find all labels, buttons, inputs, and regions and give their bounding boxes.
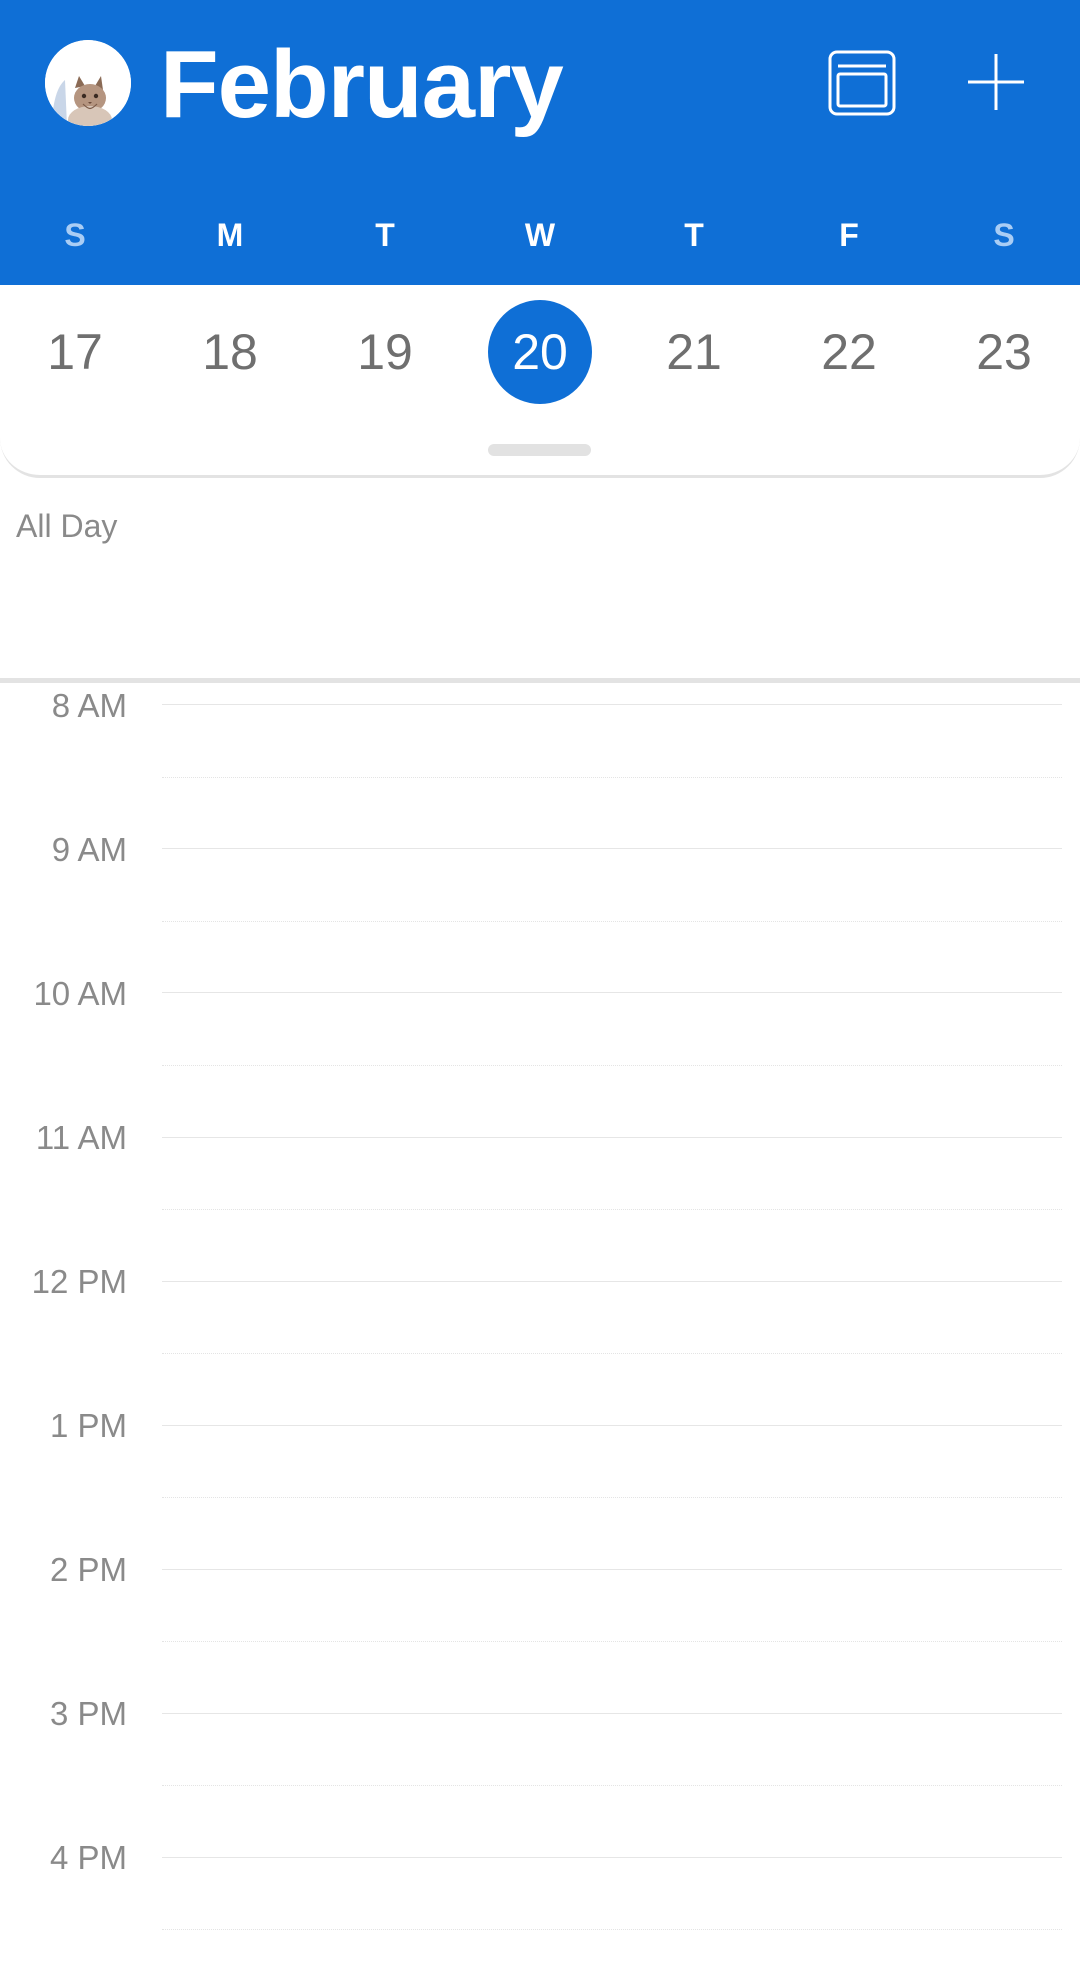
all-day-divider <box>0 678 1080 683</box>
hour-line <box>162 1281 1062 1282</box>
calendar-header: February S M T W T F S <box>0 0 1080 285</box>
half-hour-line <box>162 1641 1062 1642</box>
half-hour-line <box>162 1209 1062 1210</box>
date-20-selected[interactable]: 20 <box>488 300 592 404</box>
calendar-view-button[interactable] <box>828 50 896 116</box>
hour-line <box>162 704 1062 705</box>
add-event-button[interactable] <box>966 52 1026 112</box>
hour-label-2pm: 2 PM <box>49 1551 127 1588</box>
hour-label-1pm: 1 PM <box>49 1407 127 1444</box>
hour-label-3pm: 3 PM <box>49 1695 127 1732</box>
hour-label-11am: 11 AM <box>35 1119 127 1156</box>
cat-avatar-icon <box>45 40 131 126</box>
hour-line <box>162 1425 1062 1426</box>
half-hour-line <box>162 921 1062 922</box>
weekday-friday: F <box>839 217 859 253</box>
hour-line <box>162 1569 1062 1570</box>
weekday-header-row: S M T W T F S <box>0 210 1080 260</box>
hour-line <box>162 1137 1062 1138</box>
half-hour-line <box>162 1065 1062 1066</box>
date-19[interactable]: 19 <box>333 300 437 404</box>
calendar-view-icon <box>828 50 896 116</box>
weekday-tuesday: T <box>375 217 395 253</box>
all-day-label: All Day <box>16 508 118 544</box>
half-hour-line <box>162 1785 1062 1786</box>
weekday-thursday: T <box>684 217 704 253</box>
hour-line <box>162 992 1062 993</box>
hour-label-8am: 8 AM <box>51 687 127 724</box>
avatar[interactable] <box>45 40 131 126</box>
week-date-strip: 17 18 19 20 21 22 23 <box>0 285 1080 478</box>
hour-label-4pm: 4 PM <box>49 1839 127 1876</box>
date-18[interactable]: 18 <box>178 300 282 404</box>
hour-label-9am: 9 AM <box>51 831 127 868</box>
month-title[interactable]: February <box>160 30 564 140</box>
date-22[interactable]: 22 <box>797 300 901 404</box>
weekday-sunday: S <box>64 217 86 253</box>
weekday-monday: M <box>216 217 244 253</box>
hour-label-10am: 10 AM <box>33 975 127 1012</box>
drag-handle[interactable] <box>488 444 591 456</box>
date-17[interactable]: 17 <box>23 300 127 404</box>
date-23[interactable]: 23 <box>952 300 1056 404</box>
hour-line <box>162 848 1062 849</box>
plus-icon <box>968 54 1024 110</box>
hour-label-12pm: 12 PM <box>31 1263 127 1300</box>
hour-line <box>162 1857 1062 1858</box>
date-21[interactable]: 21 <box>642 300 746 404</box>
hour-line <box>162 1713 1062 1714</box>
half-hour-line <box>162 1929 1062 1930</box>
half-hour-line <box>162 1497 1062 1498</box>
calendar-app: February S M T W T F S 17 18 19 20 21 22… <box>0 0 1080 1975</box>
weekday-saturday: S <box>993 217 1015 253</box>
half-hour-line <box>162 777 1062 778</box>
half-hour-line <box>162 1353 1062 1354</box>
weekday-wednesday: W <box>524 217 556 253</box>
